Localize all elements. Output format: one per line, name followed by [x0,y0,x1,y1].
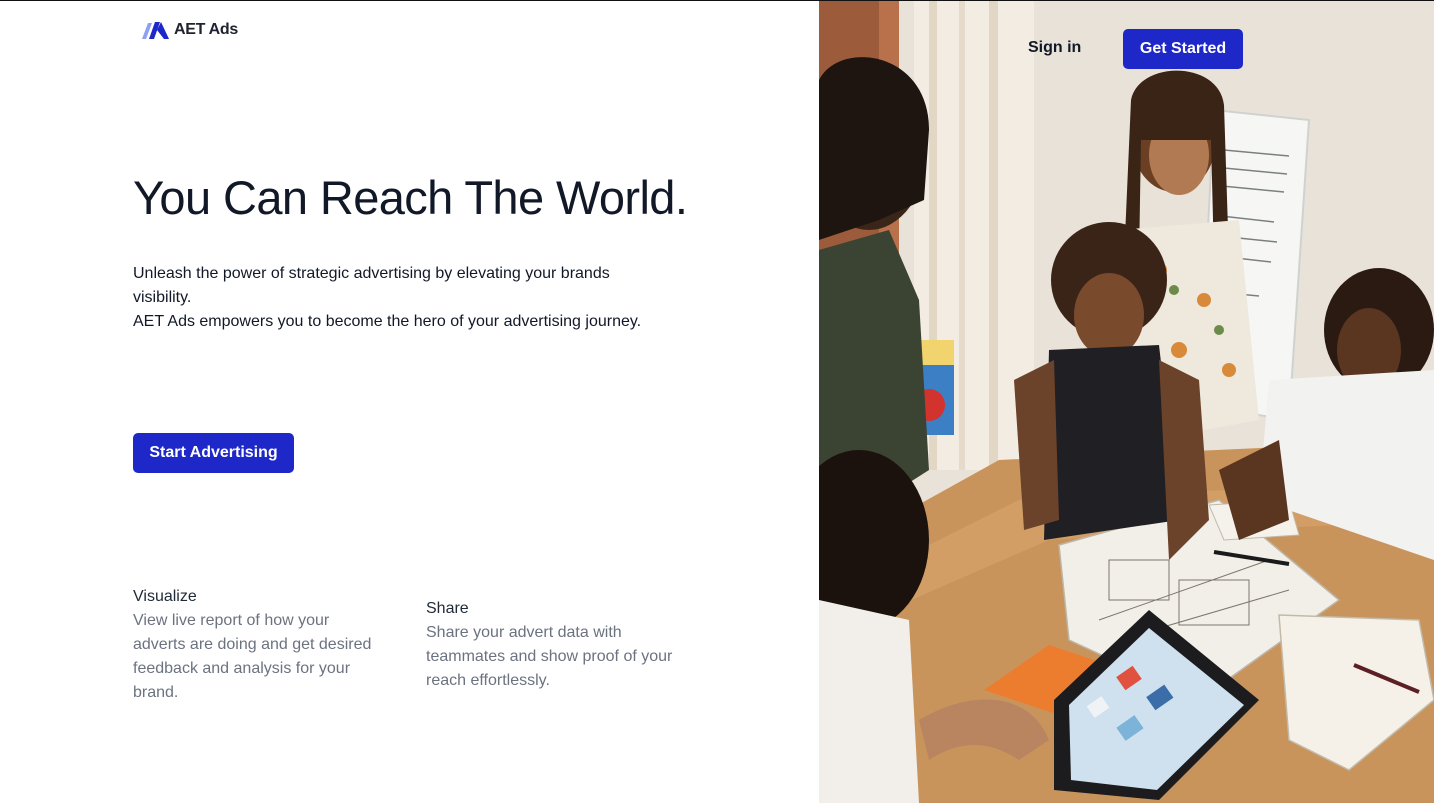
hero-photo [819,0,1434,803]
feature-share: Share Share your advert data with teamma… [426,597,691,693]
start-advertising-button[interactable]: Start Advertising [133,433,294,473]
hero-panel: AET Ads You Can Reach The World. Unleash… [0,0,819,803]
brand-logo[interactable]: AET Ads [140,19,238,41]
sign-in-link[interactable]: Sign in [1028,38,1081,58]
get-started-button[interactable]: Get Started [1123,29,1243,69]
hero-subtext-line: AET Ads empowers you to become the hero … [133,313,642,330]
page-title: You Can Reach The World. [133,171,688,224]
logo-mark-icon [142,22,169,39]
hero-subtext: Unleash the power of strategic advertisi… [133,262,663,334]
top-border [0,0,1434,1]
hero-subtext-line: Unleash the power of strategic advertisi… [133,265,610,306]
brand-name: AET Ads [174,21,238,38]
feature-title: Share [426,600,469,617]
feature-description: Share your advert data with teammates an… [426,624,673,689]
feature-description: View live report of how your adverts are… [133,612,372,701]
feature-visualize: Visualize View live report of how your a… [133,585,383,705]
team-collaboration-photo-icon [819,0,1434,803]
feature-title: Visualize [133,588,197,605]
